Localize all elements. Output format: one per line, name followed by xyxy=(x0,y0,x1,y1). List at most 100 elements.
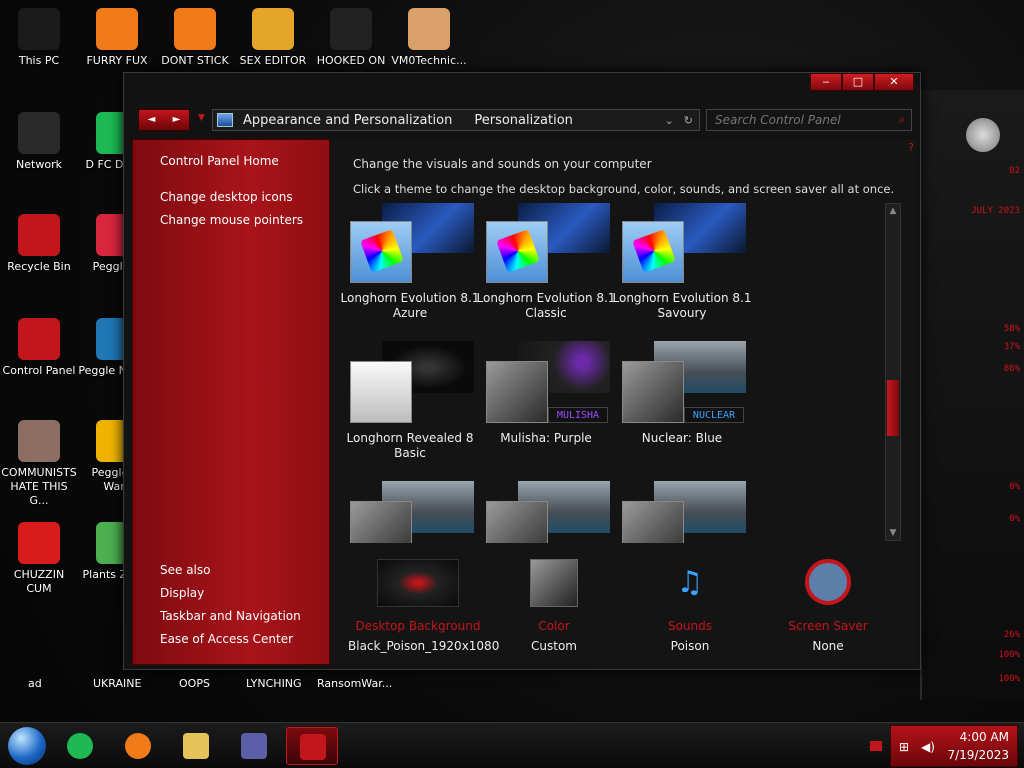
action-center-flag-icon[interactable] xyxy=(870,741,882,751)
back-button[interactable]: ◄ xyxy=(139,110,164,130)
taskbar-button-spotify[interactable] xyxy=(54,727,106,765)
forward-button[interactable]: ► xyxy=(164,110,189,130)
color-swatch xyxy=(530,559,578,607)
start-button[interactable] xyxy=(8,727,46,765)
desktop-icon-label: Control Panel xyxy=(2,364,76,377)
scroll-down-arrow-icon[interactable]: ▼ xyxy=(886,526,900,540)
desktop-icon[interactable]: CHUZZIN CUM xyxy=(0,522,78,596)
change-desktop-icons-link[interactable]: Change desktop icons xyxy=(160,190,293,204)
taskbar-button-control-panel-window[interactable] xyxy=(228,727,280,765)
theme-tile[interactable]: MULISHA Mulisha: Purple xyxy=(476,339,616,459)
caption-buttons: ‒ □ ✕ xyxy=(810,73,914,91)
clock-time[interactable]: 4:00 AM xyxy=(960,730,1009,744)
taskbar-button-firefox[interactable] xyxy=(112,727,164,765)
theme-tile[interactable]: Longhorn Evolution 8.1 Azure xyxy=(340,203,480,320)
app-icon xyxy=(18,522,60,564)
color-palette-icon xyxy=(360,229,404,273)
desktop-label[interactable]: OOPS xyxy=(179,677,210,690)
app-icon xyxy=(18,8,60,50)
app-icon xyxy=(330,8,372,50)
close-button[interactable]: ✕ xyxy=(874,73,914,91)
app-icon xyxy=(18,420,60,462)
change-mouse-pointers-link[interactable]: Change mouse pointers xyxy=(160,213,303,227)
see-also-header: See also xyxy=(160,563,211,577)
file-explorer-icon xyxy=(183,733,209,759)
refresh-icon[interactable]: ↻ xyxy=(684,114,693,127)
theme-color-preview xyxy=(486,501,548,543)
desktop-icon[interactable]: VM0Technic... xyxy=(390,8,468,68)
system-tray: ⊞ ◀) 4:00 AM 7/19/2023 xyxy=(890,725,1018,767)
theme-gallery-scrollbar[interactable]: ▲ ▼ xyxy=(885,203,901,541)
address-dropdown-icon[interactable]: ⌄ xyxy=(665,114,674,127)
breadcrumb-appearance[interactable]: Appearance and Personalization xyxy=(243,113,452,128)
volume-icon[interactable]: ◀) xyxy=(921,740,935,754)
taskbar-button-personalization-window[interactable] xyxy=(286,727,338,765)
screen-saver-icon xyxy=(805,559,851,605)
desktop-background-value: Black_Poison_1920x1080 xyxy=(348,639,500,653)
taskbar-navigation-link[interactable]: Taskbar and Navigation xyxy=(160,609,301,623)
desktop-icon[interactable]: DONT STICK xyxy=(156,8,234,68)
personalization-window: ‒ □ ✕ ◄ ► ▼ Appearance and Personalizati… xyxy=(123,72,921,670)
search-input[interactable] xyxy=(707,110,887,130)
clock-date[interactable]: 7/19/2023 xyxy=(947,748,1009,762)
theme-tile[interactable]: Longhorn Evolution 8.1 Savoury xyxy=(612,203,752,320)
theme-tile[interactable] xyxy=(340,479,480,543)
theme-color-preview xyxy=(350,361,412,423)
spotify-icon xyxy=(67,733,93,759)
app-icon xyxy=(18,318,60,360)
desktop-label[interactable]: ad xyxy=(28,677,42,690)
ease-of-access-link[interactable]: Ease of Access Center xyxy=(160,632,293,646)
widget-readout: 0% xyxy=(1009,482,1020,492)
desktop-icon[interactable]: COMMUNISTS HATE THIS G... xyxy=(0,420,78,508)
desktop-icon[interactable]: SEX EDITOR xyxy=(234,8,312,68)
theme-color-preview xyxy=(350,221,412,283)
taskbar-button-file-explorer[interactable] xyxy=(170,727,222,765)
theme-color-preview xyxy=(622,501,684,543)
desktop-icon-label: Recycle Bin xyxy=(7,260,71,273)
theme-name: Mulisha: Purple xyxy=(500,431,592,445)
theme-color-preview xyxy=(350,501,412,543)
desktop-icon[interactable]: Network xyxy=(0,112,78,172)
app-icon xyxy=(252,8,294,50)
desktop-icon[interactable]: HOOKED ON xyxy=(312,8,390,68)
theme-tile[interactable]: Longhorn Evolution 8.1 Classic xyxy=(476,203,616,320)
desktop-icon-label: VM0Technic... xyxy=(391,54,467,67)
theme-tile[interactable] xyxy=(476,479,616,543)
recent-pages-dropdown[interactable]: ▼ xyxy=(198,113,205,123)
display-link[interactable]: Display xyxy=(160,586,204,600)
widget-readout: JULY 2023 xyxy=(971,206,1020,216)
page-subtitle: Click a theme to change the desktop back… xyxy=(353,182,895,196)
theme-tile[interactable]: Longhorn Revealed 8 Basic xyxy=(340,339,480,460)
help-icon[interactable]: ? xyxy=(908,141,914,154)
scroll-up-arrow-icon[interactable]: ▲ xyxy=(886,204,900,218)
desktop-label[interactable]: LYNCHING xyxy=(246,677,302,690)
task-sidebar: Control Panel Home Change desktop icons … xyxy=(132,139,330,665)
theme-tile[interactable] xyxy=(612,479,752,543)
widget-readout: 26% xyxy=(1003,630,1020,640)
desktop-icon[interactable]: Control Panel xyxy=(0,318,78,378)
theme-name: Longhorn Evolution 8.1 Classic xyxy=(476,291,616,320)
minimize-button[interactable]: ‒ xyxy=(810,73,842,91)
widget-readout: 0% xyxy=(1009,514,1020,524)
network-icon[interactable]: ⊞ xyxy=(899,740,909,754)
breadcrumb-personalization[interactable]: Personalization xyxy=(474,113,573,128)
desktop-label[interactable]: RansomWar... xyxy=(317,677,392,690)
desktop-icon-label: This PC xyxy=(18,54,60,67)
desktop-icon-label: HOOKED ON xyxy=(316,54,386,67)
maximize-button[interactable]: □ xyxy=(842,73,874,91)
desktop-icon[interactable]: Recycle Bin xyxy=(0,214,78,274)
theme-logo-text: NUCLEAR xyxy=(684,407,744,423)
desktop-icon[interactable]: FURRY FUX xyxy=(78,8,156,68)
control-panel-home-link[interactable]: Control Panel Home xyxy=(160,154,279,168)
desktop-label[interactable]: UKRAINE xyxy=(93,677,141,690)
theme-color-preview xyxy=(486,221,548,283)
desktop-icon-label: CHUZZIN CUM xyxy=(13,568,65,595)
scrollbar-thumb[interactable] xyxy=(887,380,899,436)
search-icon[interactable]: ⌕ xyxy=(899,113,905,127)
screen-saver-value: None xyxy=(812,639,844,653)
system-monitor-widget: 02 JULY 2023 58% 37% 86% 0% 0% 26% 100% 100% xyxy=(920,90,1024,700)
theme-logo-text: MULISHA xyxy=(548,407,608,423)
desktop-icon[interactable]: This PC xyxy=(0,8,78,68)
address-bar[interactable]: Appearance and Personalization Personali… xyxy=(212,109,700,131)
theme-tile[interactable]: NUCLEAR Nuclear: Blue xyxy=(612,339,752,459)
